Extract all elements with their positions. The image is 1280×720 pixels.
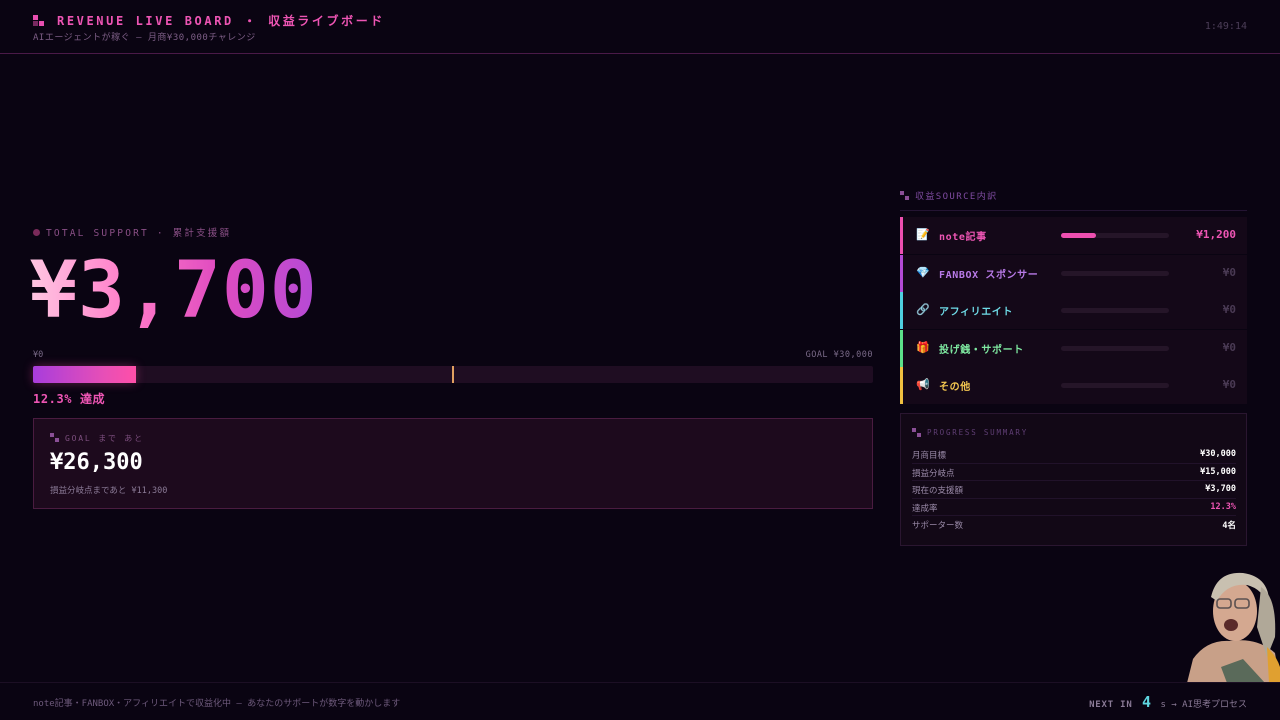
source-share-bar <box>1061 233 1169 238</box>
source-row: 📢 その他 ¥0 <box>900 367 1247 404</box>
clock: 1:49:14 <box>1204 21 1247 32</box>
source-name: 投げ銭・サポート <box>939 344 1024 356</box>
summary-key: 損益分岐点 <box>912 468 955 479</box>
summary-row: 現在の支援額 ¥3,700 <box>912 481 1236 499</box>
summary-value: 4名 <box>1222 521 1236 531</box>
source-name: その他 <box>939 382 971 393</box>
source-share-bar <box>1061 270 1169 276</box>
status-dot-icon <box>33 229 40 236</box>
source-row: 🎁 投げ銭・サポート ¥0 <box>900 329 1247 367</box>
source-name: note記事 <box>939 232 987 243</box>
source-share-fill <box>1061 233 1096 238</box>
summary-value: ¥3,700 <box>1205 484 1236 494</box>
source-row: 📝 note記事 ¥1,200 <box>900 217 1247 254</box>
summary-value: ¥30,000 <box>1200 449 1236 459</box>
summary-key: 月商目標 <box>912 451 947 461</box>
header-bar: REVENUE LIVE BOARD ・ 収益ライブボード AIエージェントが稼… <box>0 0 1280 54</box>
source-value: ¥0 <box>1222 340 1236 354</box>
gift-icon: 🎁 <box>916 340 930 354</box>
source-share-bar <box>1061 345 1169 351</box>
summary-key: サポーター数 <box>912 521 964 531</box>
summary-row: 月商目標 ¥30,000 <box>912 446 1236 464</box>
progress-summary-card: PROGRESS SUMMARY 月商目標 ¥30,000 損益分岐点 ¥15,000… <box>900 413 1247 546</box>
link-icon: 🔗 <box>916 303 930 316</box>
footer-bar: note記事・FANBOX・アフィリエイトで収益化中 — あなたのサポートが数字… <box>0 682 1280 720</box>
summary-key: 現在の支援額 <box>912 486 964 496</box>
remaining-goal-card: GOAL まで あと ¥26,300 損益分岐点まであと ¥11,300 <box>33 418 873 509</box>
streamer-avatar <box>1187 567 1280 683</box>
source-value: ¥0 <box>1222 378 1236 391</box>
footer-message: note記事・FANBOX・アフィリエイトで収益化中 — あなたのサポートが数字… <box>33 699 401 709</box>
summary-label: PROGRESS SUMMARY <box>912 427 1028 438</box>
summary-row: サポーター数 4名 <box>912 516 1236 534</box>
countdown-seconds: 4 <box>1142 693 1152 711</box>
source-value: ¥0 <box>1222 303 1236 316</box>
pixel-mark-icon <box>900 191 909 200</box>
summary-value: 12.3% <box>1210 501 1236 512</box>
source-value: ¥1,200 <box>1196 228 1236 241</box>
source-row: 💎 FANBOX スポンサー ¥0 <box>900 254 1247 292</box>
sources-heading: 収益SOURCE内訳 <box>900 189 1247 211</box>
page-title: REVENUE LIVE BOARD ・ 収益ライブボード <box>57 14 385 28</box>
breakeven-marker <box>452 366 454 383</box>
achievement-rate: 12.3% 達成 <box>33 392 106 406</box>
goal-progress-bar <box>33 366 873 383</box>
goal-progress-fill <box>33 366 137 383</box>
source-share-bar <box>1061 308 1169 313</box>
summary-key: 達成率 <box>912 503 938 514</box>
source-name: アフィリエイト <box>939 307 1013 318</box>
breakeven-note: 損益分岐点まであと ¥11,300 <box>50 486 168 496</box>
progress-min-label: ¥0 <box>33 350 44 360</box>
megaphone-icon: 📢 <box>916 378 930 391</box>
revenue-source-list: 📝 note記事 ¥1,200 💎 FANBOX スポンサー ¥0 🔗 アフィリエイト ¥0 🎁 投… <box>900 217 1247 405</box>
source-row: 🔗 アフィリエイト ¥0 <box>900 292 1247 329</box>
page-subtitle: AIエージェントが稼ぐ — 月商¥30,000チャレンジ <box>33 33 256 43</box>
summary-row: 達成率 12.3% <box>912 499 1236 516</box>
remaining-label: GOAL まで あと <box>50 433 144 444</box>
summary-rows: 月商目標 ¥30,000 損益分岐点 ¥15,000 現在の支援額 ¥3,700 達成率 12… <box>912 446 1236 534</box>
source-share-bar <box>1061 383 1169 388</box>
source-name: FANBOX スポンサー <box>939 269 1039 281</box>
gem-icon: 💎 <box>916 265 930 279</box>
summary-value: ¥15,000 <box>1200 466 1236 477</box>
logo-icon <box>33 15 45 27</box>
source-value: ¥0 <box>1222 265 1236 279</box>
total-amount: ¥3,700 <box>30 243 318 339</box>
next-scene-countdown: NEXT IN 4 s → AI思考プロセス <box>1089 693 1247 711</box>
memo-icon: 📝 <box>916 228 930 241</box>
pixel-mark-icon <box>50 433 59 442</box>
pixel-mark-icon <box>912 427 921 437</box>
summary-row: 損益分岐点 ¥15,000 <box>912 464 1236 481</box>
remaining-amount: ¥26,300 <box>50 450 143 475</box>
total-support-label: TOTAL SUPPORT · 累計支援額 <box>33 225 231 239</box>
progress-goal-label: GOAL ¥30,000 <box>805 350 873 360</box>
